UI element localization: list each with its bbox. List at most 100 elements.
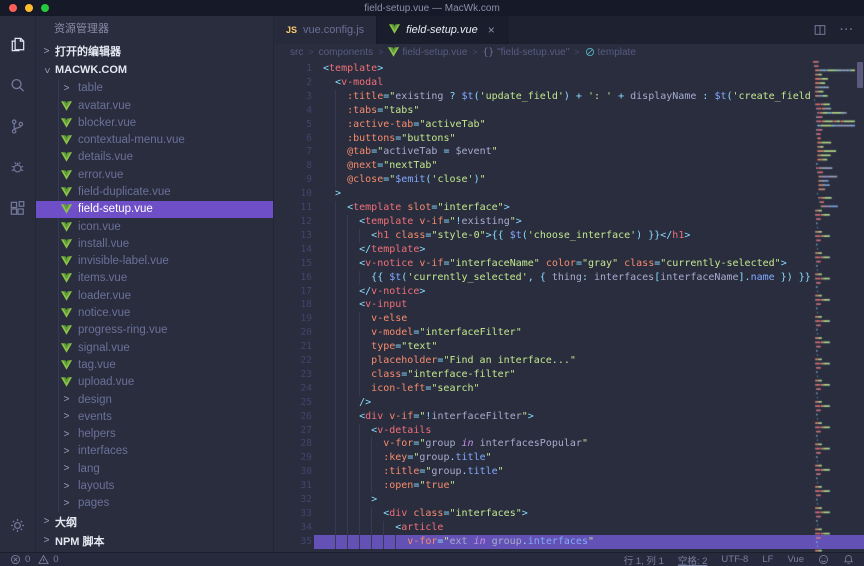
search-icon[interactable]: [0, 65, 36, 106]
code-line[interactable]: 12 <template v-if="!existing">: [274, 215, 812, 229]
code-line[interactable]: 18 <v-input: [274, 298, 812, 312]
tree-item-blocker.vue[interactable]: blocker.vue: [36, 114, 273, 131]
tree-item-tag.vue[interactable]: tag.vue: [36, 356, 273, 373]
tree-item-pages[interactable]: >pages: [36, 495, 273, 512]
tree-item-install.vue[interactable]: install.vue: [36, 235, 273, 252]
status-item-4[interactable]: LF: [762, 554, 773, 565]
explorer-icon[interactable]: [0, 24, 36, 65]
tab-vue-config-js[interactable]: JSvue.config.js: [274, 16, 377, 44]
code-line[interactable]: 11 <template slot="interface">: [274, 201, 812, 215]
tree-item-contextual-menu.vue[interactable]: contextual-menu.vue: [36, 131, 273, 148]
code-line[interactable]: 32 >: [274, 493, 812, 507]
tree-item-invisible-label.vue[interactable]: invisible-label.vue: [36, 253, 273, 270]
settings-icon[interactable]: [0, 505, 36, 546]
code-line[interactable]: 4 :tabs="tabs": [274, 104, 812, 118]
breadcrumb-item-1[interactable]: src: [290, 47, 303, 58]
status-item-2[interactable]: 空格: 2: [678, 553, 708, 566]
scrollbar[interactable]: [856, 60, 864, 552]
tab-field-setup-vue[interactable]: field-setup.vue×: [377, 16, 508, 44]
code-line[interactable]: 29 :key="group.title": [274, 451, 812, 465]
vue-icon: [60, 273, 73, 283]
code-line[interactable]: 22 placeholder="Find an interface...": [274, 354, 812, 368]
notifications-bell-icon[interactable]: [843, 554, 854, 565]
problems-status[interactable]: 0 0: [10, 554, 59, 565]
breadcrumb-item-2[interactable]: components: [319, 47, 373, 58]
code-line[interactable]: 8 @next="nextTab": [274, 159, 812, 173]
code-line[interactable]: 6 :buttons="buttons": [274, 132, 812, 146]
close-tab-icon[interactable]: ×: [488, 23, 495, 37]
code-line[interactable]: 15 <v-notice v-if="interfaceName" color=…: [274, 257, 812, 271]
minimize-window-button[interactable]: [25, 4, 33, 12]
tree-item-table[interactable]: >table: [36, 80, 273, 97]
tree-item-icon.vue[interactable]: icon.vue: [36, 218, 273, 235]
code-line[interactable]: 5 :active-tab="activeTab": [274, 118, 812, 132]
vue-icon: [60, 187, 73, 197]
code-line[interactable]: 35 v-for="ext in group.interfaces": [274, 535, 812, 549]
code-line[interactable]: 2 <v-modal: [274, 76, 812, 90]
code-line[interactable]: 10 >: [274, 187, 812, 201]
code-line[interactable]: 13 <h1 class="style-0">{{ $t('choose_int…: [274, 229, 812, 243]
tree-item-items.vue[interactable]: items.vue: [36, 270, 273, 287]
code-line[interactable]: 30 :title="group.title": [274, 465, 812, 479]
code-line-text: >: [323, 187, 812, 201]
code-line[interactable]: 7 @tab="activeTab = $event": [274, 145, 812, 159]
code-line[interactable]: 28 v-for="group in interfacesPopular": [274, 437, 812, 451]
workspace-section[interactable]: > MACWK.COM: [36, 61, 273, 80]
tree-item-lang[interactable]: >lang: [36, 460, 273, 477]
code-line[interactable]: 23 class="interface-filter": [274, 368, 812, 382]
open-editors-section[interactable]: > 打开的编辑器: [36, 42, 273, 61]
tree-item-loader.vue[interactable]: loader.vue: [36, 287, 273, 304]
code-line[interactable]: 33 <div class="interfaces">: [274, 507, 812, 521]
breadcrumb-item-4[interactable]: {}"field-setup.vue": [483, 47, 570, 58]
code-line[interactable]: 14 </template>: [274, 243, 812, 257]
tree-item-label: notice.vue: [78, 307, 130, 319]
tree-item-events[interactable]: >events: [36, 408, 273, 425]
code-line[interactable]: 24 icon-left="search": [274, 382, 812, 396]
status-item-3[interactable]: UTF-8: [721, 554, 748, 565]
breadcrumb-item-5[interactable]: template: [585, 47, 636, 58]
source-control-icon[interactable]: [0, 106, 36, 147]
code-line[interactable]: 20 v-model="interfaceFilter": [274, 326, 812, 340]
code-line[interactable]: 21 type="text": [274, 340, 812, 354]
tree-item-interfaces[interactable]: >interfaces: [36, 443, 273, 460]
status-item-1[interactable]: 行 1, 列 1: [624, 553, 664, 566]
tree-item-upload.vue[interactable]: upload.vue: [36, 374, 273, 391]
split-editor-button[interactable]: [813, 23, 827, 37]
feedback-icon[interactable]: [818, 554, 829, 565]
more-actions-button[interactable]: ···: [840, 24, 854, 36]
tree-item-layouts[interactable]: >layouts: [36, 477, 273, 494]
code-line[interactable]: 9 @close="$emit('close')": [274, 173, 812, 187]
tree-item-helpers[interactable]: >helpers: [36, 426, 273, 443]
breadcrumb-item-3[interactable]: field-setup.vue: [388, 47, 467, 58]
scrollbar-thumb[interactable]: [857, 62, 863, 88]
code-line[interactable]: 1<template>: [274, 62, 812, 76]
code-line[interactable]: 26 <div v-if="!interfaceFilter">: [274, 410, 812, 424]
tree-item-signal.vue[interactable]: signal.vue: [36, 339, 273, 356]
warnings-count: 0: [53, 554, 58, 565]
tree-item-design[interactable]: >design: [36, 391, 273, 408]
tree-item-error.vue[interactable]: error.vue: [36, 166, 273, 183]
tree-item-notice.vue[interactable]: notice.vue: [36, 304, 273, 321]
npm-scripts-section[interactable]: > NPM 脚本: [36, 531, 273, 550]
tree-item-field-duplicate.vue[interactable]: field-duplicate.vue: [36, 183, 273, 200]
tree-item-avatar.vue[interactable]: avatar.vue: [36, 97, 273, 114]
tree-item-progress-ring.vue[interactable]: progress-ring.vue: [36, 322, 273, 339]
code-line[interactable]: 17 </v-notice>: [274, 285, 812, 299]
code-line[interactable]: 19 v-else: [274, 312, 812, 326]
tree-item-details.vue[interactable]: details.vue: [36, 149, 273, 166]
code-line[interactable]: 25 />: [274, 396, 812, 410]
outline-section[interactable]: > 大纲: [36, 512, 273, 531]
close-window-button[interactable]: [9, 4, 17, 12]
code-line[interactable]: 34 <article: [274, 521, 812, 535]
zoom-window-button[interactable]: [41, 4, 49, 12]
debug-icon[interactable]: [0, 147, 36, 188]
status-item-5[interactable]: Vue: [787, 554, 804, 565]
minimap[interactable]: [812, 60, 856, 552]
code-line[interactable]: 3 :title="existing ? $t('update_field') …: [274, 90, 812, 104]
tree-item-field-setup.vue[interactable]: field-setup.vue: [36, 201, 273, 218]
code-line[interactable]: 16 {{ $t('currently_selected', { thing: …: [274, 271, 812, 285]
extensions-icon[interactable]: [0, 188, 36, 229]
code-editor[interactable]: 1<template>2 <v-modal3 :title="existing …: [274, 60, 864, 552]
code-line[interactable]: 31 :open="true": [274, 479, 812, 493]
code-line[interactable]: 27 <v-details: [274, 424, 812, 438]
